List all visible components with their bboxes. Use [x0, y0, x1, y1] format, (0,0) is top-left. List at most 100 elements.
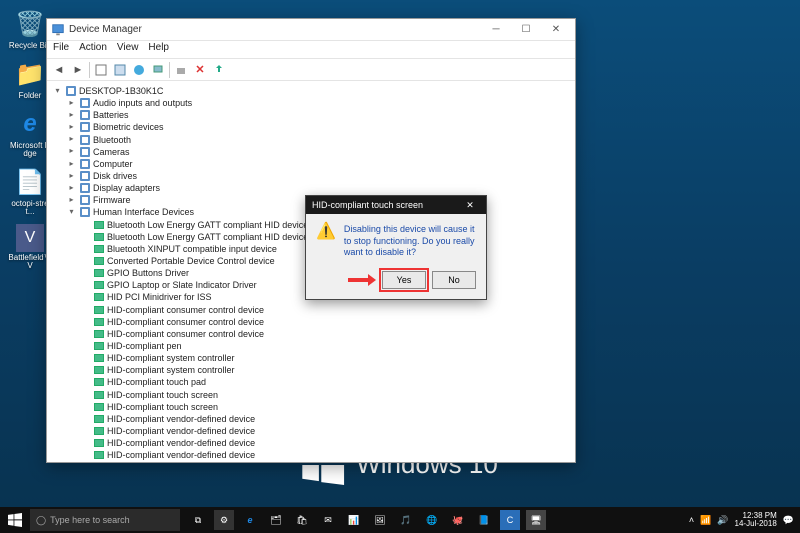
forward-button[interactable]: ► — [70, 62, 86, 78]
dialog-titlebar[interactable]: HID-compliant touch screen ✕ — [306, 196, 486, 214]
tree-node[interactable]: HID-compliant pen — [81, 340, 569, 352]
device-icon — [93, 256, 104, 267]
tree-node[interactable]: ▾DESKTOP-1B30K1C — [53, 85, 569, 97]
tree-node[interactable]: ▸Biometric devices — [67, 121, 569, 133]
device-icon — [93, 219, 104, 230]
tree-node[interactable]: ▸Disk drives — [67, 170, 569, 182]
warning-icon: ⚠️ — [316, 224, 336, 259]
device-icon — [93, 365, 104, 376]
show-hidden-button[interactable] — [93, 62, 109, 78]
device-icon — [79, 195, 90, 206]
tree-label: HID-compliant vendor-defined device — [107, 449, 255, 461]
tree-node[interactable]: HID-compliant touch screen — [81, 389, 569, 401]
taskbar-device-manager[interactable]: 🖥 — [526, 510, 546, 530]
taskbar-store[interactable]: 🛍 — [292, 510, 312, 530]
enable-button[interactable] — [173, 62, 189, 78]
taskbar-app[interactable]: 🎵 — [396, 510, 416, 530]
tray-volume-icon[interactable]: 🔊 — [717, 515, 728, 526]
tree-node[interactable]: HID-compliant vendor-defined device — [81, 437, 569, 449]
tree-node[interactable]: ▸Cameras — [67, 146, 569, 158]
expand-icon[interactable]: ▸ — [67, 122, 76, 133]
confirm-disable-dialog: HID-compliant touch screen ✕ ⚠️ Disablin… — [305, 195, 487, 300]
scan-button[interactable] — [150, 62, 166, 78]
close-button[interactable]: ✕ — [541, 21, 571, 39]
device-icon — [93, 438, 104, 449]
tree-node[interactable]: HID-compliant touch pad — [81, 376, 569, 388]
tree-node[interactable]: ▸Display adapters — [67, 182, 569, 194]
tree-node[interactable]: ▸Computer — [67, 158, 569, 170]
no-button[interactable]: No — [432, 271, 476, 289]
clock[interactable]: 12:38 PM 14-Jul-2018 — [735, 512, 777, 528]
tree-node[interactable]: HID-compliant system controller — [81, 352, 569, 364]
device-icon — [93, 231, 104, 242]
maximize-button[interactable]: ☐ — [511, 21, 541, 39]
start-button[interactable] — [0, 507, 30, 533]
menu-file[interactable]: File — [53, 42, 69, 57]
expand-icon[interactable]: ▸ — [67, 146, 76, 157]
yes-button[interactable]: Yes — [382, 271, 426, 289]
tree-label: Bluetooth — [93, 134, 131, 146]
edge-icon: e — [14, 108, 46, 140]
menu-view[interactable]: View — [117, 42, 139, 57]
tree-label: HID-compliant vendor-defined device — [107, 461, 255, 462]
expand-icon[interactable]: ▸ — [67, 195, 76, 206]
collapse-icon[interactable]: ▾ — [53, 86, 62, 97]
tree-node[interactable]: HID-compliant vendor-defined device — [81, 461, 569, 462]
tree-node[interactable]: ▸ Bluetooth — [67, 134, 569, 146]
expand-icon[interactable]: ▸ — [67, 159, 76, 170]
dialog-close-button[interactable]: ✕ — [460, 200, 480, 211]
tree-label: HID-compliant vendor-defined device — [107, 425, 255, 437]
properties-button[interactable] — [112, 62, 128, 78]
collapse-icon[interactable]: ▾ — [67, 207, 76, 218]
notifications-button[interactable]: 💬 — [783, 515, 794, 526]
taskbar-chrome[interactable]: 🌐 — [422, 510, 442, 530]
taskbar-app[interactable]: 🐙 — [448, 510, 468, 530]
task-view-button[interactable]: ⧉ — [188, 510, 208, 530]
taskbar-app[interactable]: C — [500, 510, 520, 530]
menu-help[interactable]: Help — [148, 42, 169, 57]
taskbar-app[interactable]: 📊 — [344, 510, 364, 530]
tray-up-icon[interactable]: ˄ — [689, 515, 694, 525]
minimize-button[interactable]: ─ — [481, 21, 511, 39]
tree-label: HID-compliant system controller — [107, 364, 235, 376]
tree-node[interactable]: HID-compliant touch screen — [81, 401, 569, 413]
battlefield-icon: V — [16, 224, 44, 252]
tree-node[interactable]: HID-compliant consumer control device — [81, 328, 569, 340]
device-icon — [93, 377, 104, 388]
icon-label: Folder — [19, 92, 42, 100]
expand-icon[interactable]: ▸ — [67, 110, 76, 121]
tree-node[interactable]: HID-compliant system controller — [81, 364, 569, 376]
expand-icon[interactable]: ▸ — [67, 134, 76, 145]
tree-node[interactable]: HID-compliant consumer control device — [81, 316, 569, 328]
uninstall-button[interactable]: ✕ — [192, 62, 208, 78]
menu-action[interactable]: Action — [79, 42, 107, 57]
taskbar-mail[interactable]: ✉ — [318, 510, 338, 530]
expand-icon[interactable]: ▸ — [67, 183, 76, 194]
taskbar-edge[interactable]: e — [240, 510, 260, 530]
help-button[interactable] — [131, 62, 147, 78]
titlebar[interactable]: Device Manager ─ ☐ ✕ — [47, 19, 575, 41]
device-icon — [93, 268, 104, 279]
device-icon — [65, 86, 76, 97]
expand-icon[interactable]: ▸ — [67, 171, 76, 182]
taskbar-app[interactable]: ⚙ — [214, 510, 234, 530]
update-driver-button[interactable] — [211, 62, 227, 78]
tree-node[interactable]: HID-compliant vendor-defined device — [81, 449, 569, 461]
taskbar-app[interactable]: 📘 — [474, 510, 494, 530]
dialog-title: HID-compliant touch screen — [312, 200, 423, 210]
tree-node[interactable]: HID-compliant consumer control device — [81, 304, 569, 316]
device-icon — [93, 243, 104, 254]
tree-node[interactable]: HID-compliant vendor-defined device — [81, 425, 569, 437]
tree-node[interactable]: ▸Audio inputs and outputs — [67, 97, 569, 109]
expand-icon[interactable]: ▸ — [67, 98, 76, 109]
icon-label: Recycle Bin — [9, 42, 51, 50]
tray-network-icon[interactable]: 📶 — [700, 515, 711, 526]
search-box[interactable]: ◯Type here to search — [30, 509, 180, 531]
tree-node[interactable]: ▸Batteries — [67, 109, 569, 121]
tree-label: GPIO Buttons Driver — [107, 267, 189, 279]
back-button[interactable]: ◄ — [51, 62, 67, 78]
taskbar-explorer[interactable]: 🗂 — [266, 510, 286, 530]
tree-node[interactable]: HID-compliant vendor-defined device — [81, 413, 569, 425]
tree-label: Converted Portable Device Control device — [107, 255, 275, 267]
taskbar-app[interactable]: 🖼 — [370, 510, 390, 530]
